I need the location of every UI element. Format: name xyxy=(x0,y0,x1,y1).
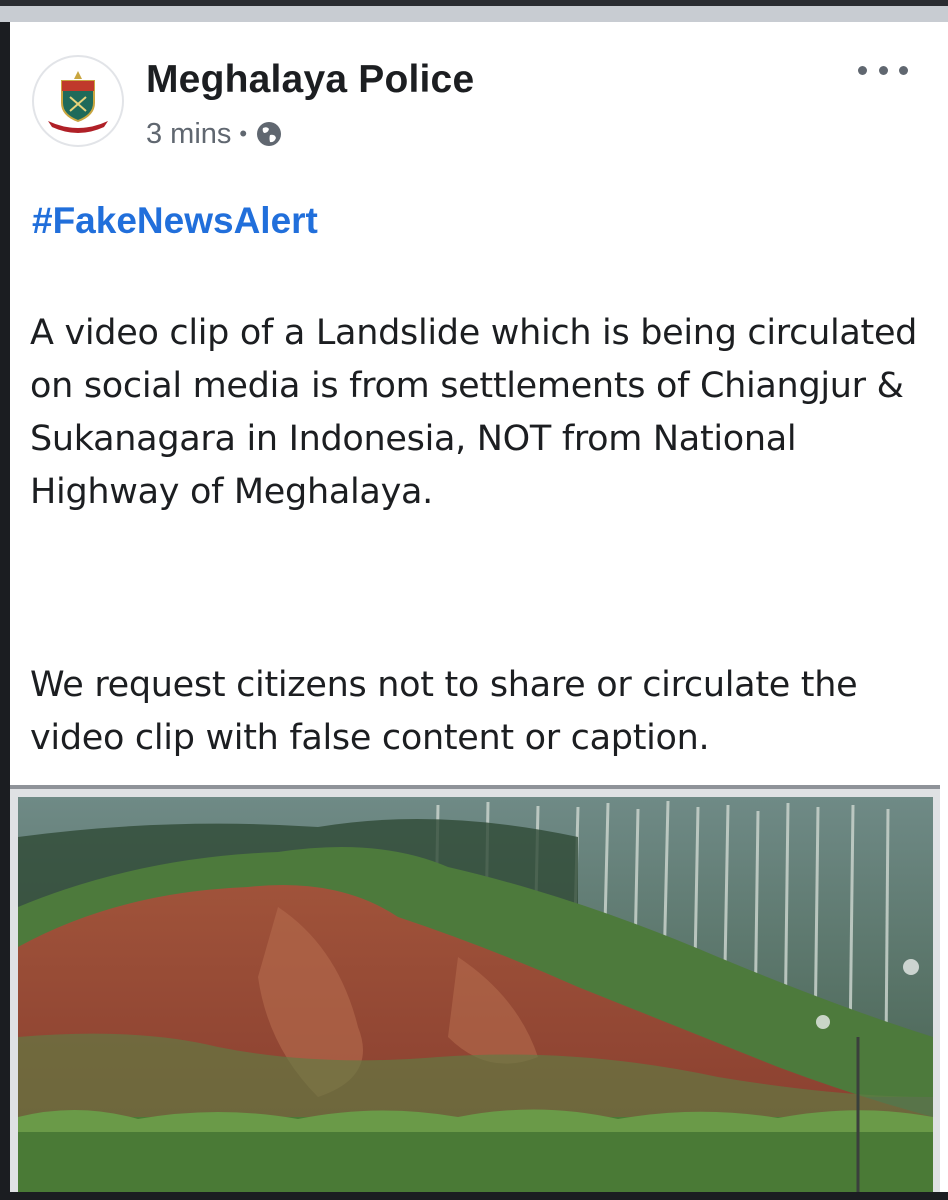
landslide-image xyxy=(18,797,933,1192)
top-border xyxy=(0,0,948,22)
more-dot xyxy=(878,65,888,75)
video-thumbnail[interactable] xyxy=(10,785,940,1192)
meta-separator: • xyxy=(239,121,248,146)
timestamp[interactable]: 3 mins xyxy=(146,118,231,151)
page-name[interactable]: Meghalaya Police xyxy=(146,58,474,102)
hashtag-link[interactable]: #FakeNewsAlert xyxy=(32,200,318,242)
post-paragraph: We request citizens not to share or circ… xyxy=(30,665,858,758)
more-dot xyxy=(858,65,867,75)
police-emblem-icon xyxy=(48,71,108,133)
more-dot xyxy=(899,65,908,75)
post-card: Meghalaya Police 3 mins • #FakeNewsAlert… xyxy=(10,22,948,1192)
post-meta: 3 mins • xyxy=(146,117,283,151)
more-options-button[interactable] xyxy=(858,58,908,82)
globe-icon xyxy=(257,122,282,146)
bottom-edge xyxy=(0,1192,948,1200)
post-paragraph: A video clip of a Landslide which is bei… xyxy=(30,313,918,512)
avatar[interactable] xyxy=(32,55,124,147)
